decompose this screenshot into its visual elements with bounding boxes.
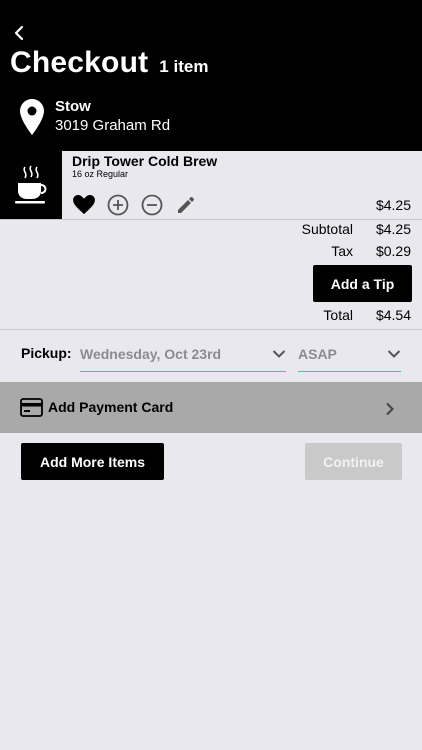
item-actions	[72, 193, 208, 217]
subtotal-label: Subtotal	[301, 221, 353, 237]
plus-circle-icon	[107, 194, 129, 216]
add-payment-card-row[interactable]: Add Payment Card	[0, 382, 422, 433]
add-more-items-button[interactable]: Add More Items	[21, 443, 164, 480]
total-row: Total $4.54	[277, 307, 411, 323]
checkout-header: Checkout 1 item Stow 3019 Graham Rd	[0, 0, 422, 151]
item-name: Drip Tower Cold Brew	[72, 153, 218, 169]
subtotal-row: Subtotal $4.25	[277, 221, 411, 237]
total-label: Total	[323, 307, 353, 323]
minus-circle-icon	[141, 194, 163, 216]
increase-quantity-button[interactable]	[106, 193, 130, 217]
store-location[interactable]: Stow 3019 Graham Rd	[20, 98, 170, 136]
store-name: Stow	[55, 98, 91, 115]
tax-label: Tax	[331, 243, 353, 259]
heart-icon	[73, 195, 95, 215]
chevron-down-icon	[387, 349, 401, 358]
pencil-icon	[178, 197, 194, 213]
map-pin-icon	[20, 99, 44, 135]
add-tip-button[interactable]: Add a Tip	[313, 265, 412, 302]
item-variant: 16 oz Regular	[72, 169, 129, 179]
pickup-time-select[interactable]: ASAP	[298, 340, 401, 372]
tax-value: $0.29	[375, 243, 411, 259]
divider	[0, 329, 422, 330]
page-title: Checkout	[10, 46, 149, 79]
favorite-button[interactable]	[72, 193, 96, 217]
pickup-label: Pickup:	[21, 345, 72, 361]
item-thumbnail	[0, 151, 62, 220]
credit-card-icon	[20, 398, 43, 417]
decrease-quantity-button[interactable]	[140, 193, 164, 217]
item-price: $4.25	[375, 197, 411, 213]
divider	[0, 219, 422, 220]
edit-item-button[interactable]	[174, 193, 198, 217]
total-value: $4.54	[375, 307, 411, 323]
store-info: Stow 3019 Graham Rd	[55, 98, 170, 136]
pickup-date-value: Wednesday, Oct 23rd	[80, 345, 222, 362]
chevron-down-icon	[272, 349, 286, 358]
item-count: 1 item	[159, 57, 209, 76]
payment-label: Add Payment Card	[48, 399, 174, 415]
store-address: 3019 Graham Rd	[55, 117, 171, 134]
pickup-time-value: ASAP	[298, 345, 337, 362]
pickup-date-select[interactable]: Wednesday, Oct 23rd	[80, 340, 286, 372]
chevron-left-icon	[14, 25, 24, 41]
title-row: Checkout 1 item	[10, 46, 208, 80]
subtotal-value: $4.25	[375, 221, 411, 237]
chevron-right-icon	[386, 402, 394, 416]
back-button[interactable]	[8, 22, 30, 44]
cart-item: Drip Tower Cold Brew 16 oz Regular $4.25	[0, 151, 422, 220]
tax-row: Tax $0.29	[277, 243, 411, 259]
continue-button[interactable]: Continue	[305, 443, 402, 480]
coffee-cup-icon	[15, 165, 47, 203]
